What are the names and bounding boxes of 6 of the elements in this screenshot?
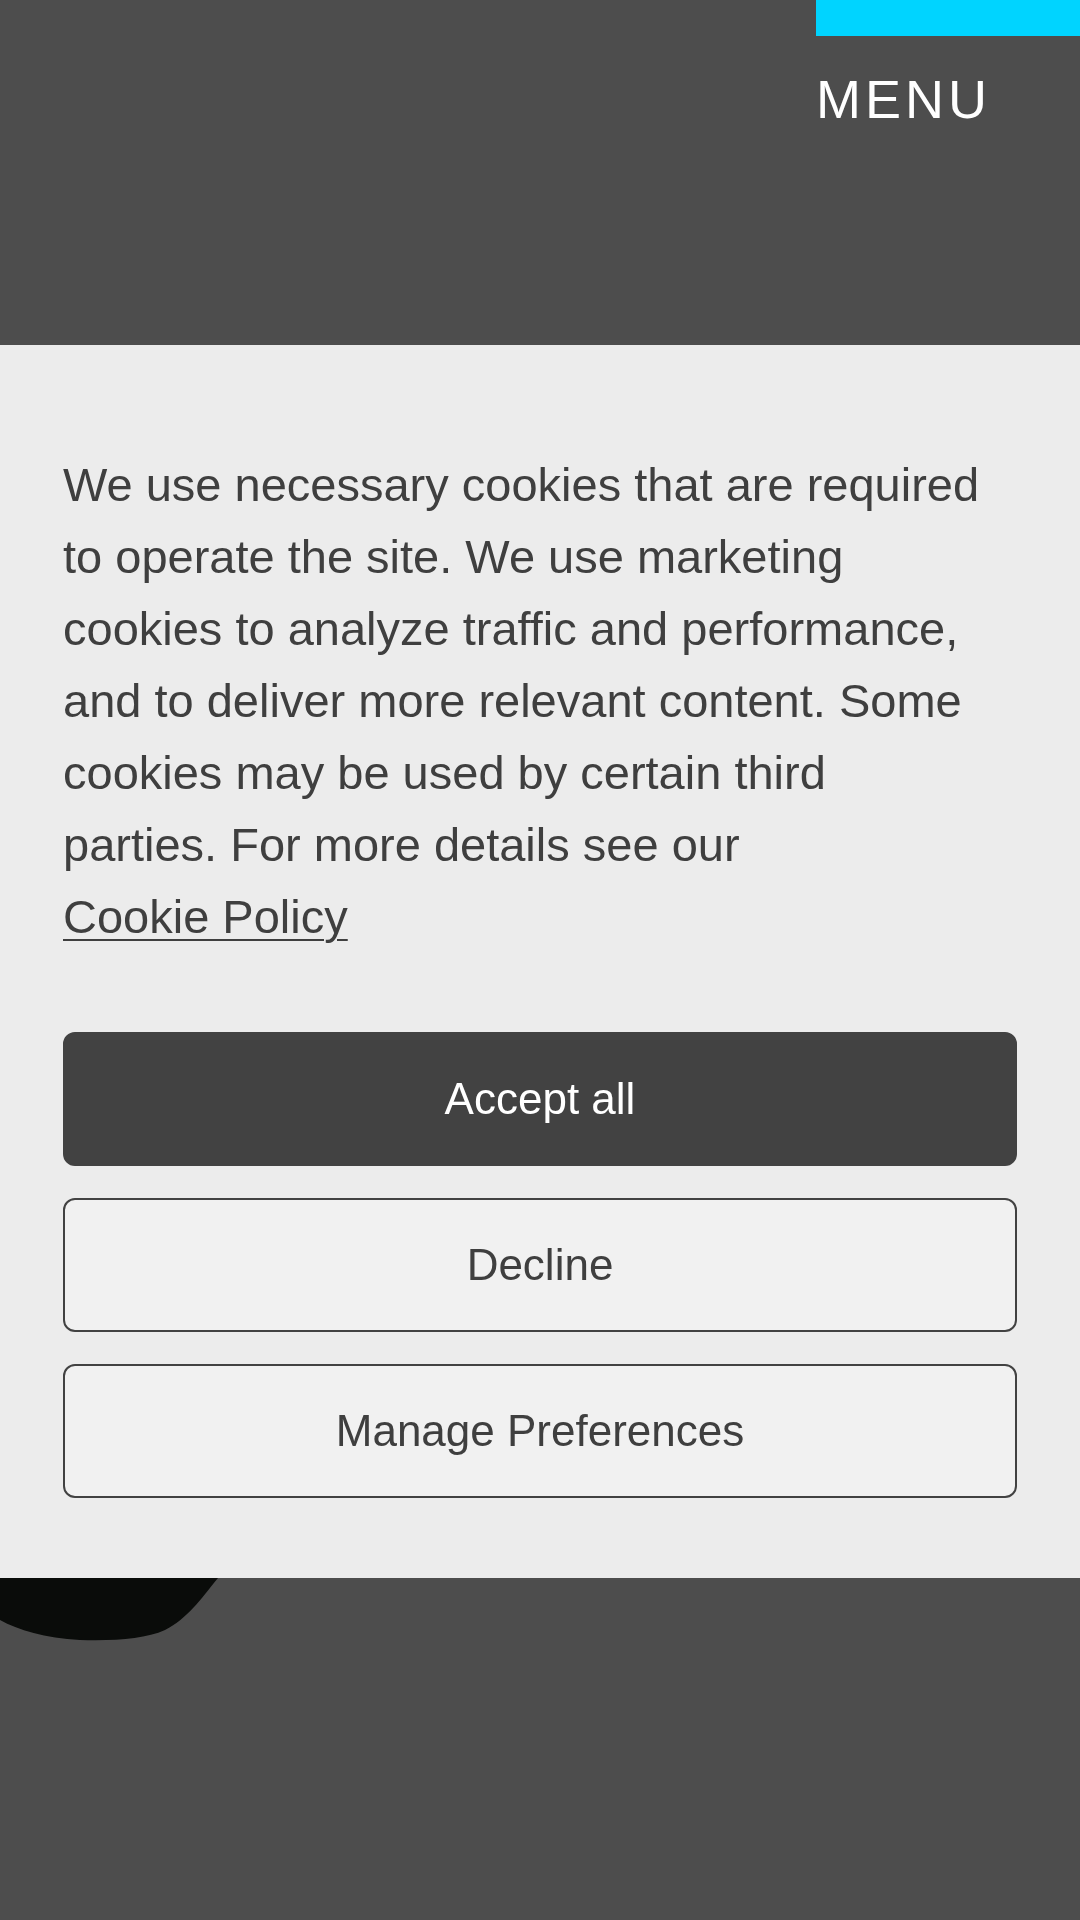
banner-button[interactable]: Manage Preferences [63,1364,1017,1498]
cookie-policy-link[interactable]: Cookie Policy [63,890,348,943]
banner-button[interactable]: Decline [63,1198,1017,1332]
menu-button[interactable]: MENU [816,72,991,126]
accept-all-button[interactable]: Accept all [63,1032,1017,1166]
cookie-notice-text: We use necessary cookies that are required to operate the site. We use marketing cookies to analyze traffic and performance, and to deliver more relevant content. Some cookies may be used by certain third parties. For more details see our Cookie Policy [63,457,981,945]
